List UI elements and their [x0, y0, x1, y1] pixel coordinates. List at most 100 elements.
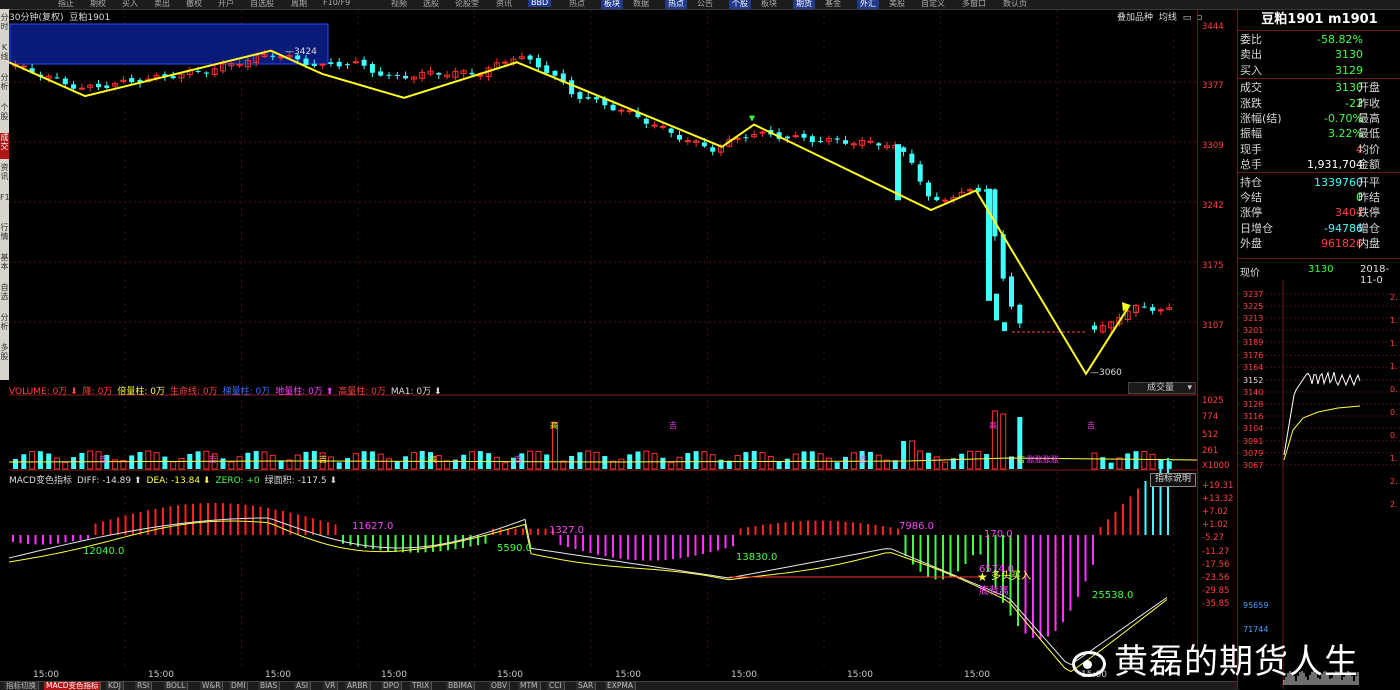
- toolbar-item[interactable]: 美股: [889, 0, 905, 9]
- price-tick-label: 3444: [1202, 22, 1224, 32]
- intraday-mini-chart[interactable]: 3237 3225 3213 3201 3189 3176 3164 3152 3140 3128…: [1238, 280, 1400, 689]
- sidebar-tab[interactable]: 自选: [0, 283, 9, 309]
- quote-key-2: 最高: [1358, 112, 1380, 125]
- candle-down: [203, 72, 209, 74]
- candle-down: [585, 97, 591, 99]
- chart-minimize-icon[interactable]: ▭: [1183, 13, 1192, 23]
- sidebar-tab[interactable]: 成交: [0, 133, 9, 159]
- toolbar-item[interactable]: 期货: [793, 0, 815, 9]
- toolbar-item[interactable]: 板块: [761, 0, 777, 9]
- sidebar-tab[interactable]: 分析: [0, 313, 9, 339]
- peak-price-label: —3424: [285, 47, 317, 57]
- kline-chart-area[interactable]: —3424—3060高吉高吉吉吉高吉吉吉吉胀胀胀胀★12040.011627.0…: [9, 10, 1197, 680]
- toolbar-item[interactable]: 论股堂: [455, 0, 479, 9]
- mini-price-tick: 3176: [1243, 351, 1263, 360]
- volume-bar: [685, 453, 691, 469]
- mini-price-tick: 3201: [1243, 326, 1263, 335]
- mini-pct-tick: 1.: [1390, 316, 1398, 325]
- toolbar-item[interactable]: 买入: [122, 0, 138, 9]
- sidebar-tab[interactable]: 行情: [0, 223, 9, 249]
- volume-legend-item: 高量柱: 0万: [338, 387, 386, 397]
- sidebar-tab[interactable]: 个股: [0, 103, 9, 129]
- toolbar-item[interactable]: 自选股: [250, 0, 274, 9]
- candle-down: [610, 104, 616, 111]
- volume-tag-label: 吉: [669, 421, 677, 430]
- candle-down: [544, 65, 550, 74]
- sidebar-tab[interactable]: 基本: [0, 253, 9, 279]
- toolbar-item[interactable]: 资讯: [496, 0, 512, 9]
- toolbar-item[interactable]: 公告: [697, 0, 713, 9]
- candle-down: [1150, 307, 1156, 311]
- toolbar-item[interactable]: 数认页: [1003, 0, 1027, 9]
- symbol-label: 豆粕1901: [69, 13, 111, 23]
- toolbar-item[interactable]: 自定义: [921, 0, 945, 9]
- candle-down: [901, 147, 907, 152]
- volume-bar: [419, 451, 425, 469]
- candle-down: [809, 136, 815, 143]
- sidebar-tab[interactable]: 资讯: [0, 163, 9, 189]
- toolbar-item[interactable]: 热点: [665, 0, 687, 9]
- toolbar-item[interactable]: 个股: [729, 0, 751, 9]
- volume-bar: [751, 451, 757, 469]
- candle-down: [668, 128, 674, 133]
- volume-tag-label: 高: [550, 420, 558, 430]
- macd-annotation: 13830.0: [736, 552, 777, 563]
- quote-value: 3129: [1335, 63, 1363, 77]
- sidebar-tab[interactable]: K线: [0, 43, 9, 69]
- sidebar-tab[interactable]: 多股: [0, 343, 9, 369]
- sidebar-tab[interactable]: 分时: [0, 13, 9, 39]
- volume-indicator-select[interactable]: 成交量 ▾: [1128, 382, 1196, 394]
- candle-down: [386, 74, 392, 76]
- current-price-label: 现价: [1240, 268, 1260, 279]
- toolbar-item[interactable]: 数据: [633, 0, 649, 9]
- macd-tick-label: +1.02: [1202, 520, 1229, 531]
- sidebar-tab[interactable]: F10: [0, 193, 9, 219]
- toolbar-item[interactable]: 指止: [58, 0, 74, 9]
- candle-down: [1141, 306, 1147, 308]
- volume-bar: [13, 458, 18, 469]
- toolbar-item[interactable]: 选股: [423, 0, 439, 9]
- toolbar-item[interactable]: 撤权: [186, 0, 202, 9]
- candle-down: [403, 75, 409, 79]
- macd-tick-label: +7.02: [1202, 507, 1229, 518]
- quote-row: 持仓 1339760 开平: [1238, 175, 1400, 190]
- sidebar-tab[interactable]: 分析: [0, 73, 9, 99]
- toolbar-item[interactable]: 期权: [90, 0, 106, 9]
- macd-tick-label: -11.27: [1202, 546, 1230, 557]
- toolbar-item[interactable]: 热点: [569, 0, 585, 9]
- volume-bar: [311, 451, 317, 469]
- toolbar-item[interactable]: 周期: [291, 0, 307, 9]
- toolbar-item[interactable]: 卖出: [154, 0, 170, 9]
- toolbar-item[interactable]: 基金: [825, 0, 841, 9]
- quote-value: 3130: [1335, 48, 1363, 62]
- time-tick-label: 15:00: [731, 670, 757, 680]
- candle-down: [843, 140, 848, 144]
- toolbar-item[interactable]: 板块: [601, 0, 623, 9]
- toolbar-item[interactable]: 视频: [391, 0, 407, 9]
- candle-up: [626, 110, 633, 113]
- volume-bar: [129, 455, 135, 469]
- mini-pct-tick: 1.: [1390, 339, 1398, 348]
- indicator-help-button[interactable]: 指标说明: [1150, 473, 1196, 487]
- mini-price-tick: 3091: [1243, 437, 1263, 446]
- toolbar-item[interactable]: BBD: [528, 0, 552, 7]
- macd-tick-label: -29.85: [1202, 585, 1230, 596]
- candle-down: [743, 137, 749, 139]
- toolbar-item[interactable]: 外汇: [857, 0, 879, 9]
- current-price-value: 3130: [1308, 264, 1334, 275]
- toolbar-item[interactable]: F10/F9: [323, 0, 350, 7]
- overlay-button[interactable]: 叠加品种: [1117, 13, 1153, 23]
- time-tick-label: 15:00: [265, 670, 291, 680]
- period-label[interactable]: 30分钟(复权): [9, 13, 63, 23]
- quote-key: 涨幅(结): [1240, 112, 1282, 125]
- mini-price-tick: 3164: [1243, 363, 1263, 372]
- mini-price-tick: 3067: [1243, 461, 1263, 470]
- chevron-down-icon: ▾: [1187, 383, 1192, 393]
- ma-button[interactable]: 均线: [1159, 13, 1177, 23]
- candle-down: [784, 136, 790, 139]
- mini-price-tick: 3152: [1243, 376, 1263, 385]
- toolbar-item[interactable]: 开户: [218, 0, 234, 9]
- toolbar-item[interactable]: 多窗口: [962, 0, 986, 9]
- volume-bar: [195, 451, 201, 469]
- volume-bar: [137, 452, 143, 469]
